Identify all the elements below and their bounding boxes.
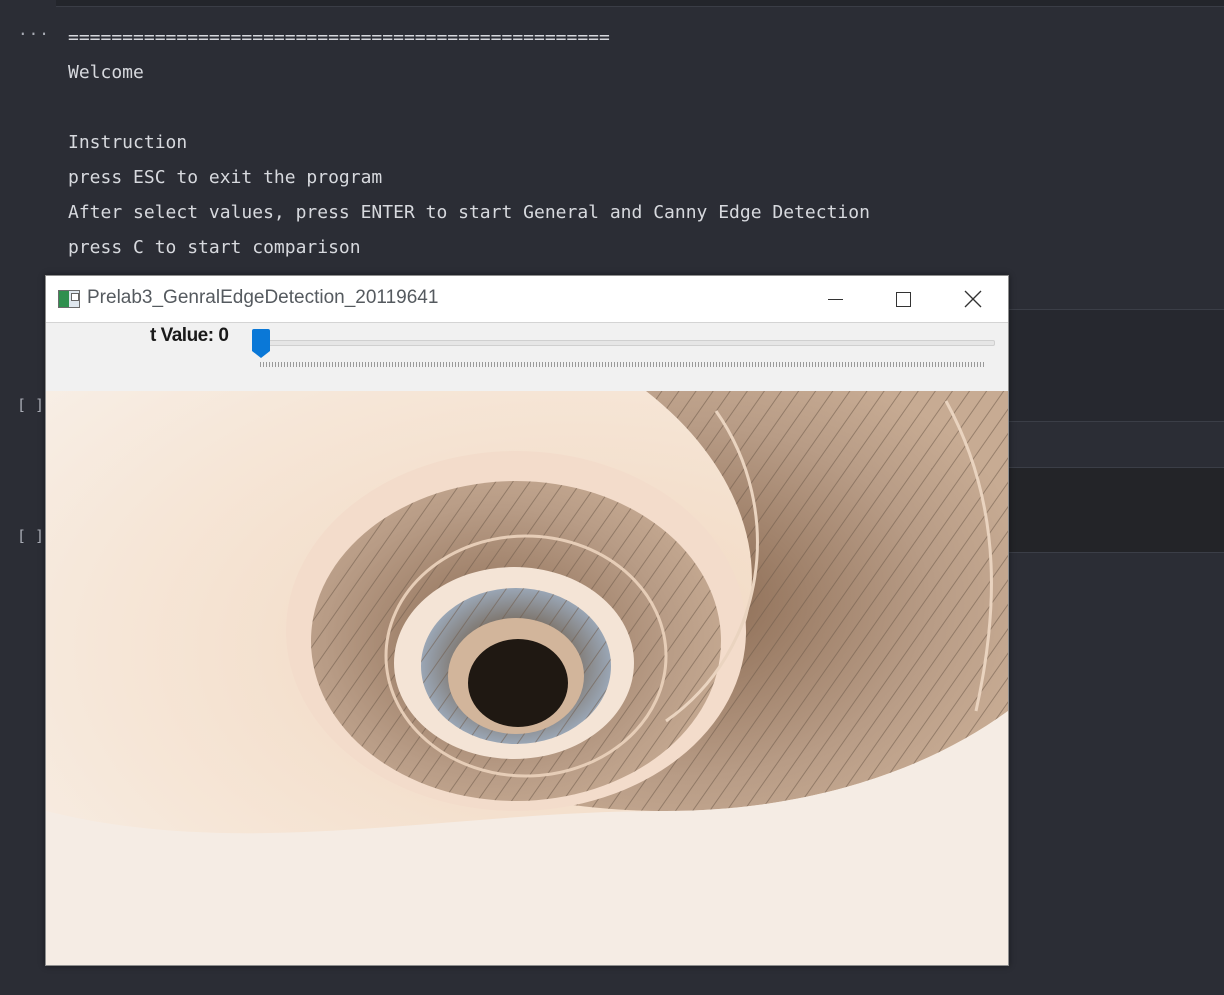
close-button[interactable]: [942, 276, 1004, 322]
minimize-icon: [827, 298, 843, 300]
output-line: ========================================…: [68, 27, 610, 48]
output-menu-icon[interactable]: ...: [18, 20, 50, 39]
run-cell-bracket[interactable]: [ ]: [17, 527, 44, 545]
app-icon: [58, 290, 80, 308]
maximize-button[interactable]: [872, 276, 934, 322]
run-cell-bracket[interactable]: [ ]: [17, 396, 44, 414]
code-cell[interactable]: [1008, 309, 1224, 422]
image-display: [46, 391, 1008, 965]
code-cell[interactable]: [1008, 467, 1224, 553]
cell-output: ========================================…: [68, 20, 870, 265]
output-line: Welcome: [68, 62, 144, 83]
trackbar-label: t Value: 0: [150, 325, 229, 346]
output-line: press C to start comparison: [68, 237, 361, 258]
cell-divider: [1008, 421, 1224, 468]
previous-cell-edge: [56, 0, 1224, 7]
close-icon: [964, 290, 982, 308]
maximize-icon: [895, 291, 911, 307]
staircase-image: [46, 391, 1008, 965]
trackbar-panel: t Value: 0: [46, 322, 1008, 392]
output-line: After select values, press ENTER to star…: [68, 202, 870, 223]
window-title: Prelab3_GenralEdgeDetection_20119641: [87, 287, 439, 308]
trackbar-ticks: [260, 362, 986, 367]
output-line: Instruction: [68, 132, 188, 153]
window-titlebar[interactable]: Prelab3_GenralEdgeDetection_20119641: [46, 276, 1008, 322]
trackbar-thumb[interactable]: [252, 329, 270, 358]
trackbar-track[interactable]: [258, 340, 995, 346]
opencv-window: Prelab3_GenralEdgeDetection_20119641 t V…: [45, 275, 1009, 966]
output-line: press ESC to exit the program: [68, 167, 383, 188]
minimize-button[interactable]: [804, 276, 866, 322]
